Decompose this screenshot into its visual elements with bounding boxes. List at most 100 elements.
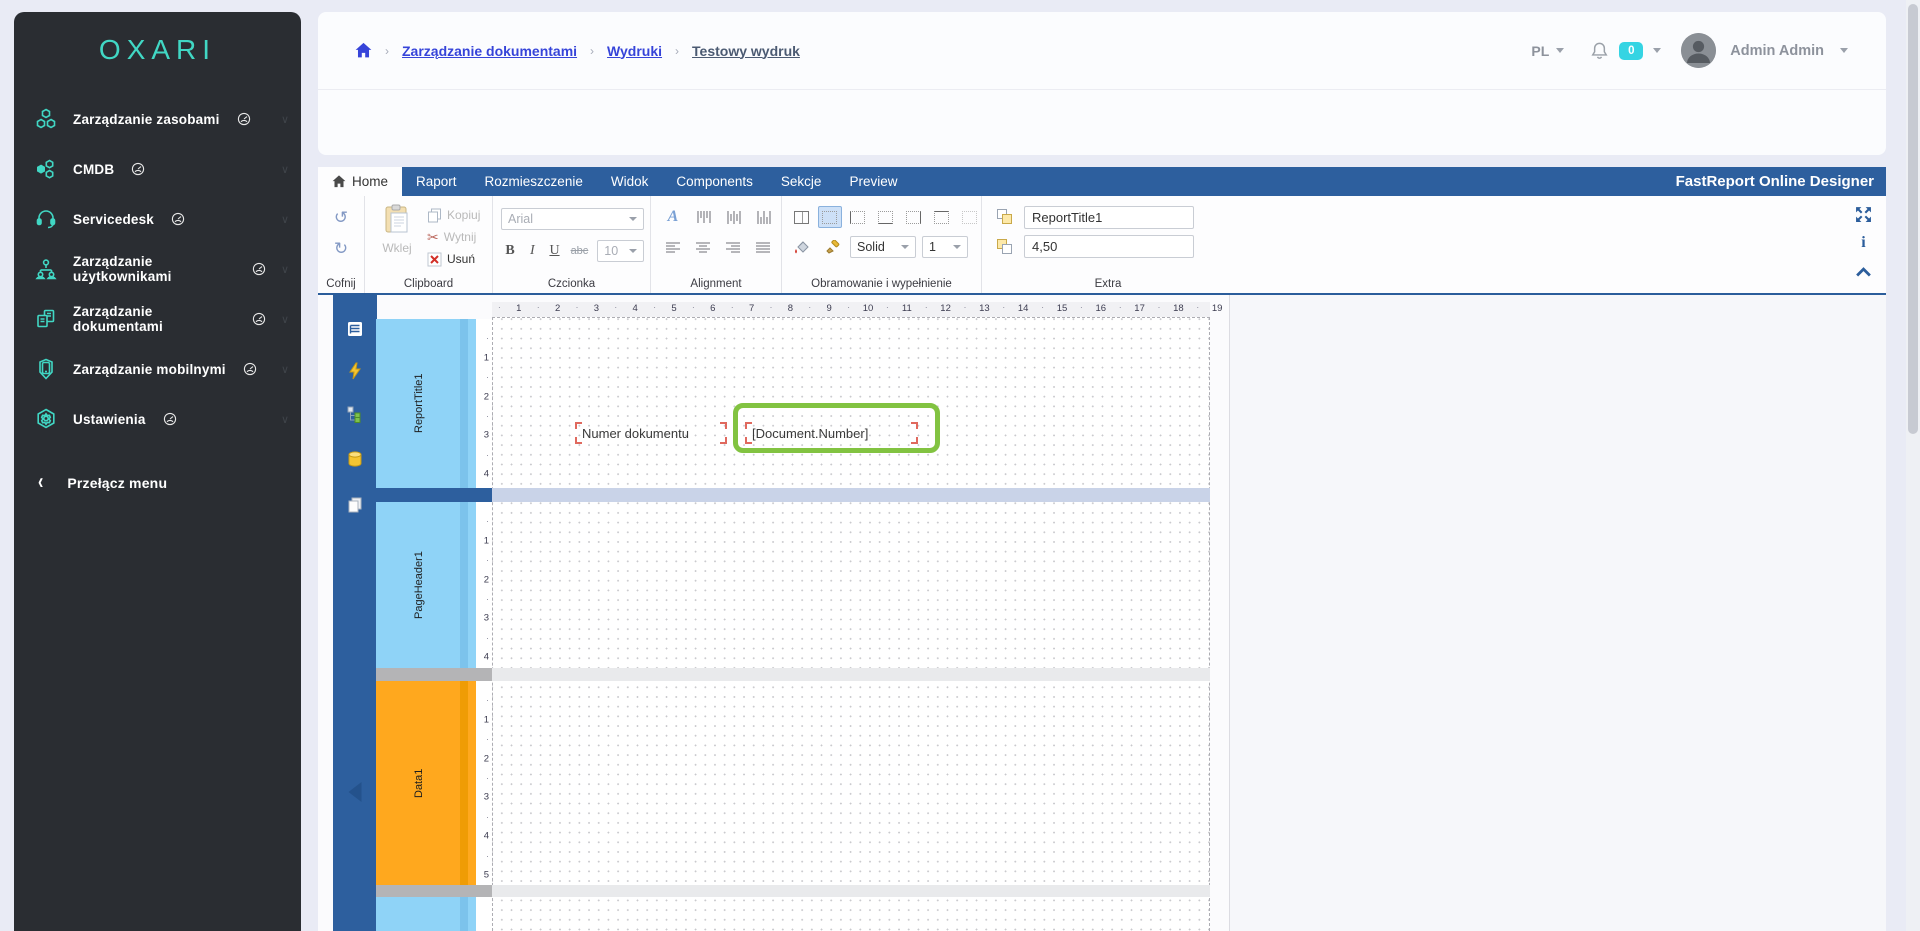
tab-raport[interactable]: Raport [402, 167, 471, 196]
copy-button[interactable]: Kopiuj [427, 206, 480, 224]
tab-preview[interactable]: Preview [835, 167, 911, 196]
band-reporttitle-label[interactable]: ReportTitle1 [376, 319, 476, 488]
events-icon[interactable] [346, 362, 364, 380]
valign-top-button[interactable] [691, 206, 715, 228]
ruler-tick: · [486, 633, 489, 643]
info-button[interactable]: i [1855, 235, 1872, 251]
sidebar-item[interactable]: CMDB∨ [14, 144, 301, 194]
send-to-back-icon[interactable] [996, 238, 1014, 255]
border-left-button[interactable] [846, 206, 870, 228]
delete-button[interactable]: Usuń [427, 250, 480, 268]
undo-button[interactable]: ↺ [318, 209, 364, 226]
italic-button[interactable]: I [523, 243, 541, 259]
delete-label: Usuń [447, 252, 475, 266]
designer-side-strip [333, 295, 377, 931]
line-width-select[interactable]: 1 [922, 236, 968, 258]
brush-button[interactable] [820, 236, 844, 258]
report-tree-icon[interactable] [346, 405, 364, 423]
breadcrumb-item[interactable]: Wydruki [607, 43, 662, 59]
menu-toggle-button[interactable]: ‹ Przełącz menu [14, 458, 301, 508]
font-group: Arial B I U abc 10 Czcionka [493, 196, 651, 293]
font-family-select[interactable]: Arial [501, 208, 644, 230]
vertical-ruler: 1·2·3·4·5· [476, 681, 492, 885]
band-separator[interactable] [376, 488, 1210, 502]
border-edit-button[interactable] [957, 206, 981, 228]
paste-button[interactable]: Wklej [375, 204, 419, 268]
notification-badge[interactable]: 0 [1619, 42, 1643, 60]
border-top-button[interactable] [929, 206, 953, 228]
object-size-input[interactable] [1024, 235, 1194, 258]
text-object-label[interactable]: Numer dokumentu [575, 422, 727, 444]
page-scrollbar[interactable] [1906, 0, 1920, 931]
breadcrumb-item[interactable]: Testowy wydruk [692, 43, 800, 59]
underline-button[interactable]: U [545, 243, 563, 259]
band-pagefooter[interactable] [376, 897, 476, 931]
tab-home[interactable]: Home [318, 167, 402, 196]
tab-rozmieszczenie[interactable]: Rozmieszczenie [471, 167, 597, 196]
border-all-button[interactable] [790, 206, 814, 228]
valign-middle-button[interactable] [721, 206, 745, 228]
properties-icon[interactable] [346, 320, 364, 338]
fill-color-button[interactable] [790, 236, 814, 258]
tab-sekcje[interactable]: Sekcje [767, 167, 836, 196]
cut-button[interactable]: ✂ Wytnij [427, 228, 480, 246]
text-color-button[interactable]: A [661, 206, 685, 228]
chevron-down-icon[interactable] [1840, 48, 1848, 53]
collapse-toolbar-button[interactable] [1855, 264, 1872, 280]
scrollbar-thumb[interactable] [1908, 4, 1918, 434]
line-style-select[interactable]: Solid [850, 236, 916, 258]
border-bottom-button[interactable] [874, 206, 898, 228]
bring-to-front-icon[interactable] [996, 208, 1014, 225]
tab-components[interactable]: Components [662, 167, 767, 196]
border-group: Solid 1 Obramowanie i wypełnienie [782, 196, 982, 293]
font-size-select[interactable]: 10 [597, 240, 644, 262]
language-selector[interactable]: PL [1531, 43, 1564, 59]
object-name-input[interactable] [1024, 206, 1194, 229]
ruler-tick: · [614, 302, 617, 312]
breadcrumb-item[interactable]: Zarządzanie dokumentami [402, 43, 577, 59]
sidebar-item[interactable]: Ustawienia∨ [14, 394, 301, 444]
strikethrough-button[interactable]: abc [568, 245, 592, 257]
collapse-strip-icon[interactable] [349, 782, 362, 802]
align-center-button[interactable] [691, 236, 715, 258]
ruler-number: 10 [863, 303, 874, 314]
fullscreen-button[interactable] [1855, 206, 1872, 222]
band-data[interactable]: Data1 [376, 681, 476, 885]
valign-bottom-button[interactable] [751, 206, 775, 228]
sidebar-item[interactable]: Servicedesk∨ [14, 194, 301, 244]
sidebar-item[interactable]: Zarządzanie dokumentami∨ [14, 294, 301, 344]
home-icon [332, 175, 346, 188]
tab-widok[interactable]: Widok [597, 167, 663, 196]
tab-label: Home [352, 174, 388, 189]
band-reporttitle[interactable]: ReportTitle1 [376, 319, 476, 488]
border-right-button[interactable] [901, 206, 925, 228]
bell-icon[interactable] [1590, 41, 1609, 61]
sidebar-item[interactable]: Zarządzanie mobilnymi∨ [14, 344, 301, 394]
band-pagefooter-label[interactable] [376, 897, 476, 931]
band-separator[interactable] [376, 668, 1210, 681]
font-size-value: 10 [604, 244, 618, 258]
sidebar-item[interactable]: Zarządzanie zasobami∨ [14, 94, 301, 144]
align-justify-button[interactable] [751, 236, 775, 258]
band-pageheader-label[interactable]: PageHeader1 [376, 502, 476, 668]
data-sources-icon[interactable] [346, 450, 364, 468]
design-surface: 1·2·3·4·5·6·7·8·9·10·11·12·13·14·15·16·1… [318, 295, 1886, 931]
copy-options-icon[interactable] [346, 496, 364, 514]
align-right-button[interactable] [721, 236, 745, 258]
home-icon[interactable] [355, 42, 372, 59]
sidebar-item[interactable]: Zarządzanie użytkownikami∨ [14, 244, 301, 294]
align-left-button[interactable] [661, 236, 685, 258]
border-none-button[interactable] [818, 206, 842, 228]
band-data-label[interactable]: Data1 [376, 681, 476, 885]
text-object-field[interactable]: [Document.Number] [745, 422, 918, 444]
border-none-icon [822, 211, 837, 224]
user-menu[interactable]: Admin Admin [1730, 43, 1824, 59]
bold-button[interactable]: B [501, 243, 519, 259]
band-pageheader[interactable]: PageHeader1 [376, 502, 476, 668]
ruler-number: 2 [484, 391, 489, 402]
chevron-down-icon[interactable] [1653, 48, 1661, 53]
ruler-tick: · [486, 695, 489, 705]
band-separator[interactable] [376, 885, 1210, 897]
avatar[interactable] [1681, 33, 1716, 68]
redo-button[interactable]: ↻ [318, 240, 364, 257]
